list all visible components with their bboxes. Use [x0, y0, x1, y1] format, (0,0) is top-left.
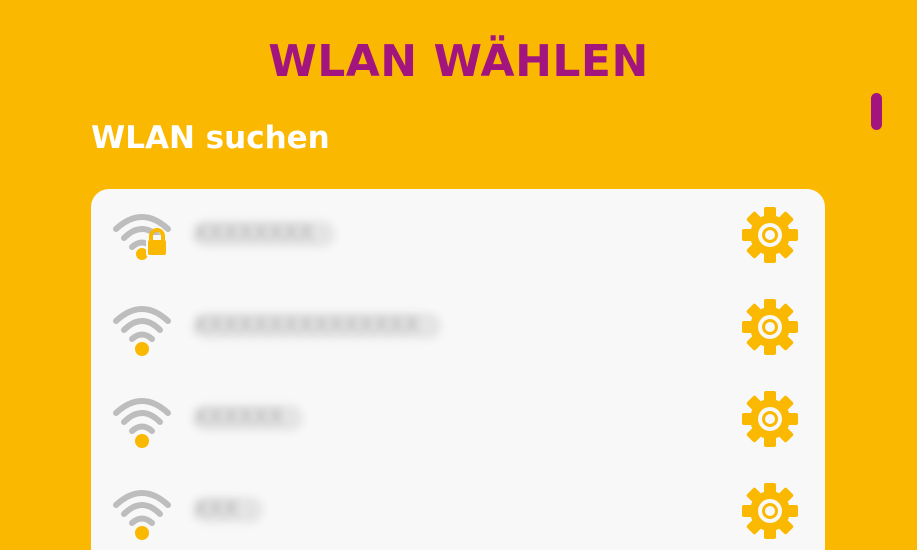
network-row[interactable]: XXX — [91, 465, 825, 550]
network-ssid: XXXXXXXXXXXXXXX — [193, 313, 441, 339]
network-row[interactable]: XXXXXX — [91, 373, 825, 465]
wlan-select-screen: WLAN WÄHLEN WLAN suchen XXXXXXXX XXXXXXX… — [0, 0, 917, 550]
network-row[interactable]: XXXXXXXXXXXXXXX — [91, 281, 825, 373]
network-ssid: XXX — [193, 497, 263, 523]
network-settings-button[interactable] — [740, 297, 800, 357]
network-list: XXXXXXXX XXXXXXXXXXXXXXX XXXXXX XXX — [91, 189, 825, 550]
gear-icon — [742, 391, 798, 447]
network-settings-button[interactable] — [740, 481, 800, 541]
gear-icon — [742, 299, 798, 355]
gear-icon — [742, 207, 798, 263]
wifi-icon — [110, 483, 174, 541]
network-ssid: XXXXXX — [193, 405, 303, 431]
network-settings-button[interactable] — [740, 389, 800, 449]
wifi-icon — [110, 299, 174, 357]
scroll-indicator[interactable] — [871, 93, 882, 130]
wifi-icon — [110, 391, 174, 449]
gear-icon — [742, 483, 798, 539]
section-title: WLAN suchen — [91, 120, 330, 156]
wifi-locked-icon — [110, 207, 174, 265]
page-title: WLAN WÄHLEN — [268, 36, 649, 87]
network-row[interactable]: XXXXXXXX — [91, 189, 825, 281]
network-ssid: XXXXXXXX — [193, 221, 335, 247]
network-settings-button[interactable] — [740, 205, 800, 265]
